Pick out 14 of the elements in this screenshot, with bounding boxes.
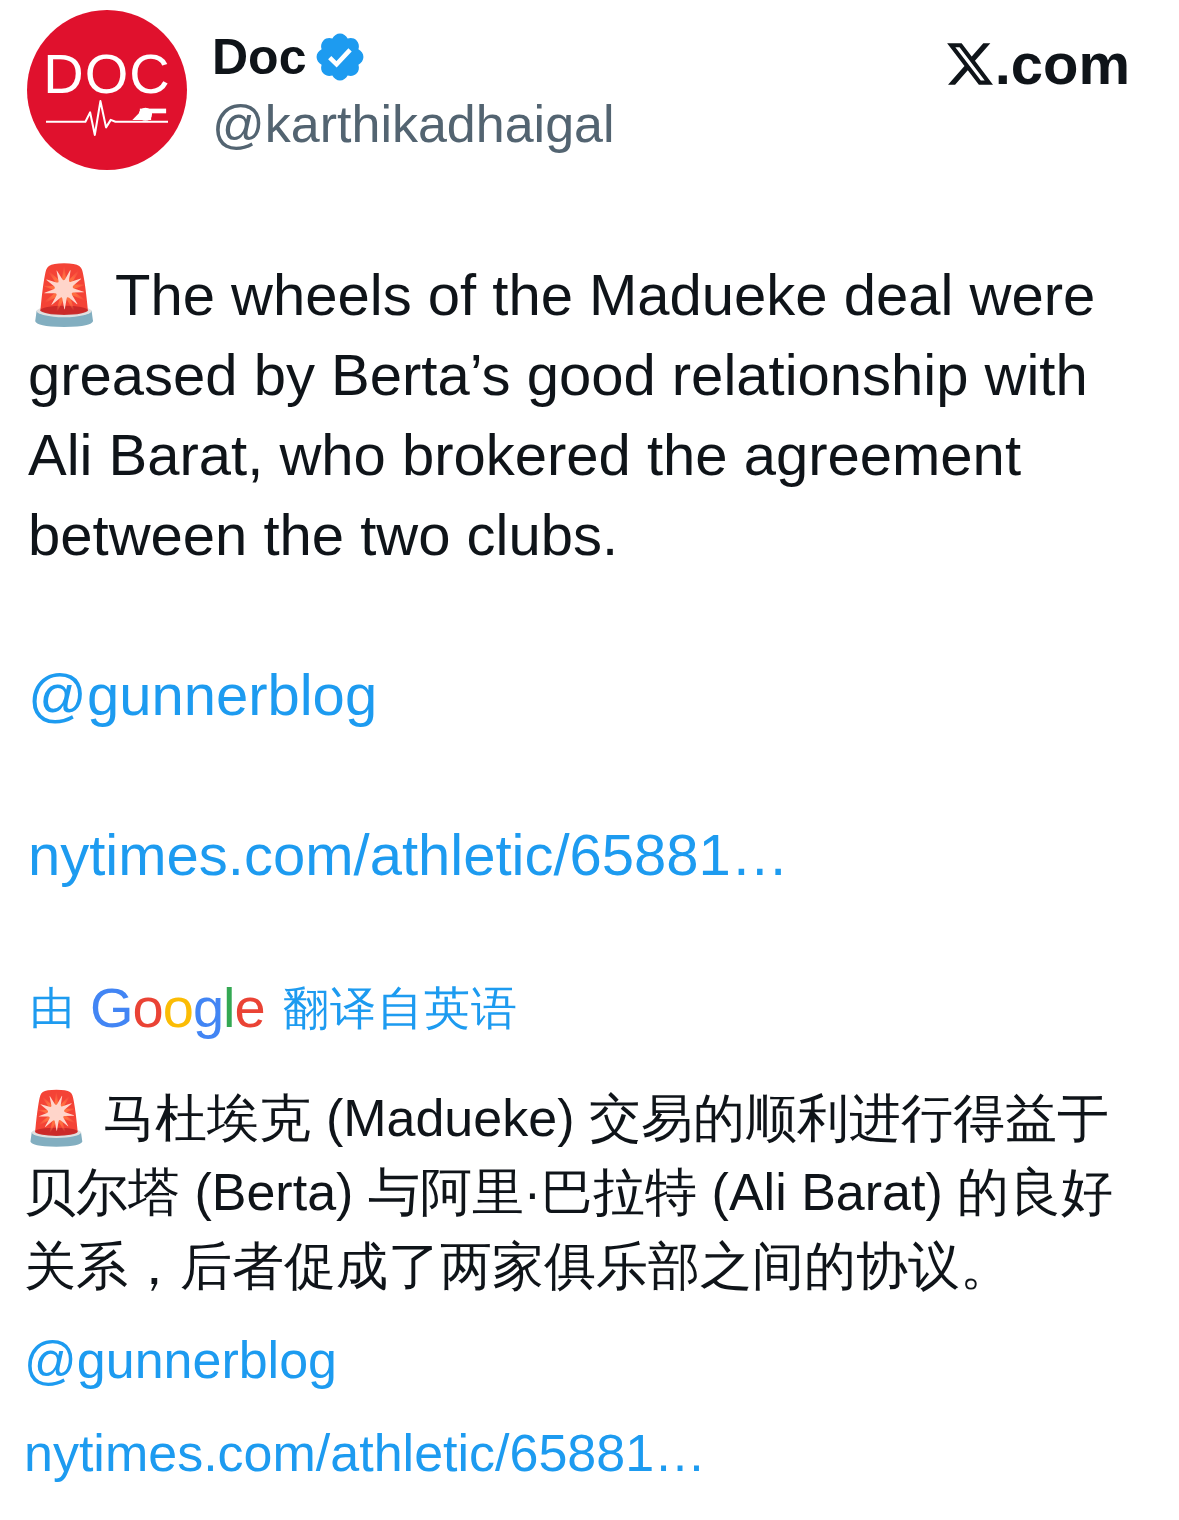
mention-link[interactable]: @gunnerblog xyxy=(24,1330,337,1390)
author-handle[interactable]: @karthikadhaigal xyxy=(212,94,615,154)
article-link[interactable]: nytimes.com/athletic/65881… xyxy=(28,815,789,895)
article-link[interactable]: nytimes.com/athletic/65881… xyxy=(24,1423,707,1483)
post-text: 🚨 The wheels of the Madueke deal were greased by Berta’s good relationship with Ali Barat, who brokered the agreement between the two clubs. xyxy=(28,261,1097,569)
avatar-logo-text: DOC xyxy=(43,49,171,99)
translate-from-english-link[interactable]: 翻译自英语 xyxy=(282,980,518,1036)
author-name[interactable]: Doc xyxy=(212,27,307,87)
translated-text: 🚨 马杜埃克 (Madueke) 交易的顺利进行得益于贝尔塔 (Berta) 与阿里·巴拉特 (Ali Barat) 的良好关系，后者促成了两家俱乐部之间的协议。 xyxy=(24,1088,1115,1297)
x-logo-icon xyxy=(946,43,993,85)
avatar[interactable]: DOC xyxy=(27,10,187,170)
mention-link[interactable]: @gunnerblog xyxy=(28,655,378,735)
site-name: .com xyxy=(994,34,1130,94)
translated-by-label: 由 xyxy=(30,982,74,1034)
